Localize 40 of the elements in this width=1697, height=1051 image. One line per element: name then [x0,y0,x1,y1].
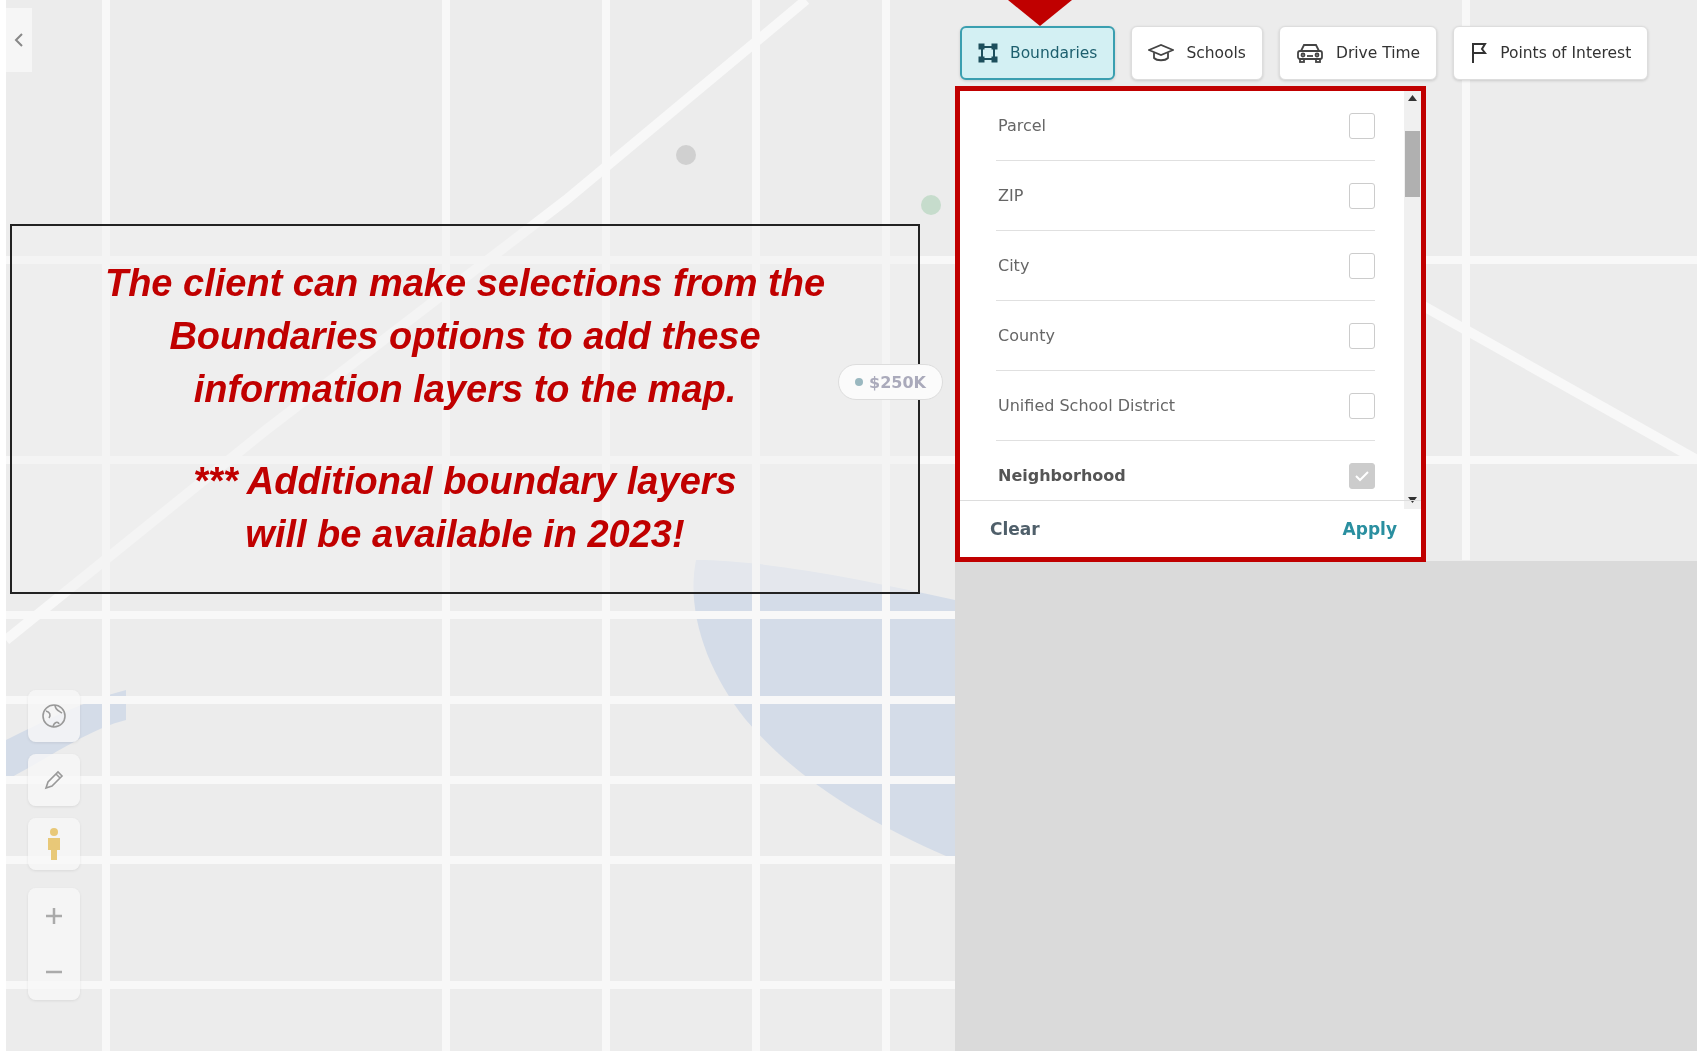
scroll-up-icon[interactable] [1408,95,1417,101]
layer-label: Parcel [998,116,1047,135]
scroll-down-icon[interactable] [1408,497,1417,503]
clear-button[interactable]: Clear [990,517,1040,541]
toolbar-tab[interactable]: Schools [1131,26,1263,80]
pencil-icon [43,769,65,791]
scrollbar-thumb[interactable] [1405,131,1420,197]
plus-icon [45,907,63,925]
person-icon [46,827,62,861]
toolbar-tab[interactable]: Points of Interest [1453,26,1649,80]
layer-label: City [998,256,1030,275]
draw-button[interactable] [28,754,80,806]
graduation-cap-icon [1148,43,1175,63]
apply-button[interactable]: Apply [1342,517,1397,541]
toolbar-tab[interactable]: Boundaries [960,26,1116,80]
flag-icon [1470,42,1489,64]
pointer-arrow [1008,0,1072,26]
checkbox[interactable] [1349,252,1375,279]
back-button[interactable] [6,8,32,72]
car-icon [1295,42,1324,64]
toolbar-tab[interactable]: Drive Time [1278,26,1438,80]
minus-icon [45,970,63,974]
layer-label: ZIP [998,186,1024,205]
layer-label: County [998,326,1055,345]
layer-label: Unified School District [998,396,1176,415]
annotation-text: *** Additional boundary layers will be available in 2023! [193,458,737,557]
layer-label: Neighborhood [998,466,1126,485]
chevron-icon [14,33,24,47]
checkbox[interactable] [1349,462,1375,489]
annotation-text: The client can make selections from the Boundaries options to add these information layers to the map. [104,261,826,413]
square-icon [978,43,998,63]
globe-icon [41,703,67,729]
checkbox[interactable] [1349,112,1375,139]
checkbox[interactable] [1349,392,1375,419]
street-view-button[interactable] [28,818,80,870]
checkbox[interactable] [1349,182,1375,209]
scrollbar[interactable] [1404,91,1421,509]
checkbox[interactable] [1349,322,1375,349]
check-icon [1354,469,1370,482]
globe-button[interactable] [28,690,80,742]
